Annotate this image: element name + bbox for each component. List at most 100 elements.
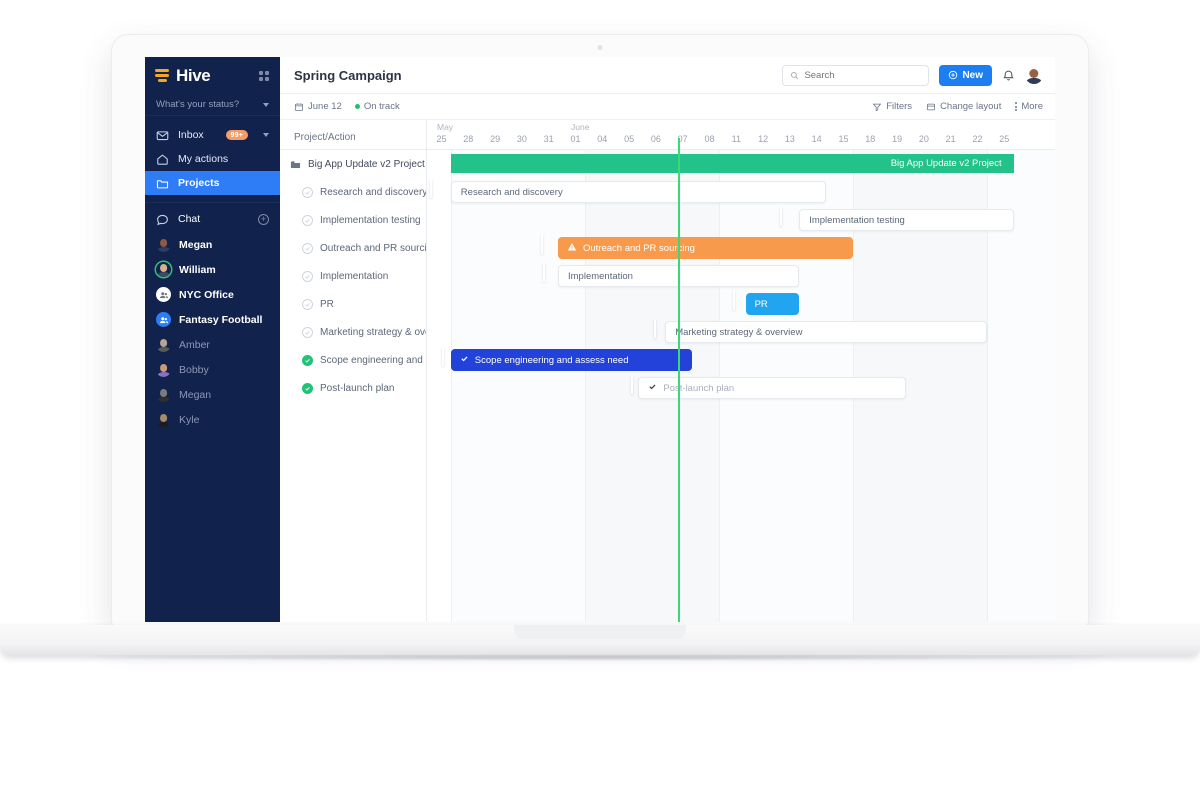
folder-icon: [290, 159, 301, 170]
sidebar-person-item[interactable]: Kyle: [145, 407, 280, 432]
gantt-task-row[interactable]: Marketing strategy & over: [280, 318, 426, 346]
gantt-bar-label: Implementation testing: [809, 215, 905, 226]
sidebar-item-projects[interactable]: Projects: [145, 171, 280, 195]
gantt-task-row[interactable]: Research and discovery: [280, 178, 426, 206]
task-checkbox[interactable]: [302, 271, 313, 282]
sidebar-person-name: NYC Office: [179, 289, 234, 301]
chevron-down-icon[interactable]: [263, 133, 269, 137]
timeline-day-label: 30: [508, 134, 535, 144]
search-input[interactable]: [804, 70, 921, 81]
timeline-day-label: 25: [991, 134, 1018, 144]
task-checkbox[interactable]: [302, 299, 313, 310]
task-assignee-avatar[interactable]: [541, 235, 543, 254]
task-checkbox[interactable]: [302, 243, 313, 254]
gantt-left-header: Project/Action: [280, 120, 426, 150]
sidebar-item-chat[interactable]: Chat +: [145, 206, 280, 232]
sidebar-people-list: Megan William NYC Office Fantasy Football Am…: [145, 232, 280, 432]
gantt-project-bar[interactable]: Big App Update v2 Project: [451, 154, 1014, 173]
gantt-task-bar[interactable]: Outreach and PR sourcing: [558, 237, 853, 259]
gantt-task-bar[interactable]: Marketing strategy & overview: [665, 321, 987, 343]
task-assignee-avatar[interactable]: [654, 319, 656, 338]
timeline-day-label: 15: [830, 134, 857, 144]
timeline-day-label: 25: [428, 134, 455, 144]
new-button[interactable]: New: [939, 65, 992, 86]
timeline-day-label: 28: [455, 134, 482, 144]
sidebar-item-inbox[interactable]: Inbox 99+: [145, 123, 280, 147]
sidebar-person-name: Amber: [179, 339, 210, 351]
task-checkbox[interactable]: [302, 383, 313, 394]
task-assignee-avatar[interactable]: [430, 179, 432, 198]
timeline-day-label: 12: [750, 134, 777, 144]
task-checkbox[interactable]: [302, 327, 313, 338]
task-assignee-avatar[interactable]: [733, 291, 735, 310]
gantt-task-row[interactable]: Scope engineering and as: [280, 346, 426, 374]
change-layout-button[interactable]: Change layout: [926, 101, 1001, 112]
task-assignee-avatar[interactable]: [442, 347, 444, 366]
sidebar-person-item[interactable]: Megan: [145, 382, 280, 407]
filter-icon: [872, 102, 882, 112]
plus-circle-icon: [948, 70, 958, 80]
gantt-task-row[interactable]: Implementation testing: [280, 206, 426, 234]
task-assignee-avatar[interactable]: [543, 263, 545, 282]
gantt-bar-label: Implementation: [568, 271, 633, 282]
timeline-day-label: 13: [776, 134, 803, 144]
status-selector[interactable]: What's your status?: [145, 94, 280, 116]
sidebar-logo-row[interactable]: Hive: [145, 57, 280, 94]
sidebar-divider: [145, 202, 280, 203]
sidebar-person-item[interactable]: William: [145, 257, 280, 282]
filters-button[interactable]: Filters: [872, 101, 912, 112]
new-button-label: New: [962, 70, 983, 81]
gantt-bar-label: Research and discovery: [461, 187, 563, 198]
timeline-day-label: 31: [535, 134, 562, 144]
timeline-day-label: 22: [964, 134, 991, 144]
timeline-day-label: 29: [482, 134, 509, 144]
task-name: Marketing strategy & over: [320, 327, 426, 338]
task-assignee-avatar[interactable]: [780, 207, 782, 226]
filters-label: Filters: [886, 101, 912, 112]
sidebar-item-my-actions[interactable]: My actions: [145, 147, 280, 171]
gantt-task-bar[interactable]: Implementation testing: [799, 209, 1013, 231]
laptop-lid: Hive What's your status?: [112, 35, 1088, 627]
gantt-timeline[interactable]: MayJune252829303101040506070811121314151…: [427, 120, 1055, 622]
search-box[interactable]: [782, 65, 929, 86]
plus-circle-icon[interactable]: +: [258, 214, 269, 225]
gantt-task-column: Project/Action Big App Update v2 Project…: [280, 120, 427, 622]
status-label: On track: [364, 101, 400, 112]
project-date[interactable]: June 12: [294, 101, 342, 112]
apps-grid-icon[interactable]: [259, 71, 269, 81]
gantt-project-row[interactable]: Big App Update v2 Project: [280, 150, 426, 178]
chevron-down-icon: [263, 103, 269, 107]
timeline-day-label: 11: [723, 134, 750, 144]
timeline-gridline: [585, 150, 586, 622]
task-checkbox[interactable]: [302, 187, 313, 198]
warning-icon: [567, 242, 577, 255]
status-placeholder: What's your status?: [156, 99, 239, 110]
bell-icon[interactable]: [1002, 69, 1015, 82]
sidebar: Hive What's your status?: [145, 57, 280, 622]
task-checkbox[interactable]: [302, 355, 313, 366]
gantt-task-bar[interactable]: Scope engineering and assess need: [451, 349, 692, 371]
gantt-task-bar[interactable]: PR: [746, 293, 800, 315]
gantt-task-row[interactable]: Implementation: [280, 262, 426, 290]
gantt-bar-label: PR: [755, 299, 768, 310]
avatar[interactable]: [1025, 66, 1043, 84]
gantt-task-row[interactable]: Outreach and PR sourcing: [280, 234, 426, 262]
gantt-task-row[interactable]: PR: [280, 290, 426, 318]
sidebar-person-item[interactable]: Amber: [145, 332, 280, 357]
calendar-icon: [294, 102, 304, 112]
task-name: Research and discovery: [320, 187, 426, 198]
timeline-month-label: June: [571, 122, 589, 132]
gantt-task-bar[interactable]: Research and discovery: [451, 181, 826, 203]
task-checkbox[interactable]: [302, 215, 313, 226]
status-badge[interactable]: On track: [355, 101, 400, 112]
sidebar-person-item[interactable]: Bobby: [145, 357, 280, 382]
project-date-label: June 12: [308, 101, 342, 112]
more-button[interactable]: More: [1015, 101, 1043, 112]
hive-app: Hive What's your status?: [145, 57, 1055, 622]
sidebar-person-item[interactable]: Fantasy Football: [145, 307, 280, 332]
webcam-icon: [598, 45, 603, 50]
gantt-task-row[interactable]: Post-launch plan: [280, 374, 426, 402]
sidebar-person-item[interactable]: NYC Office: [145, 282, 280, 307]
sidebar-person-name: William: [179, 264, 216, 276]
sidebar-person-item[interactable]: Megan: [145, 232, 280, 257]
